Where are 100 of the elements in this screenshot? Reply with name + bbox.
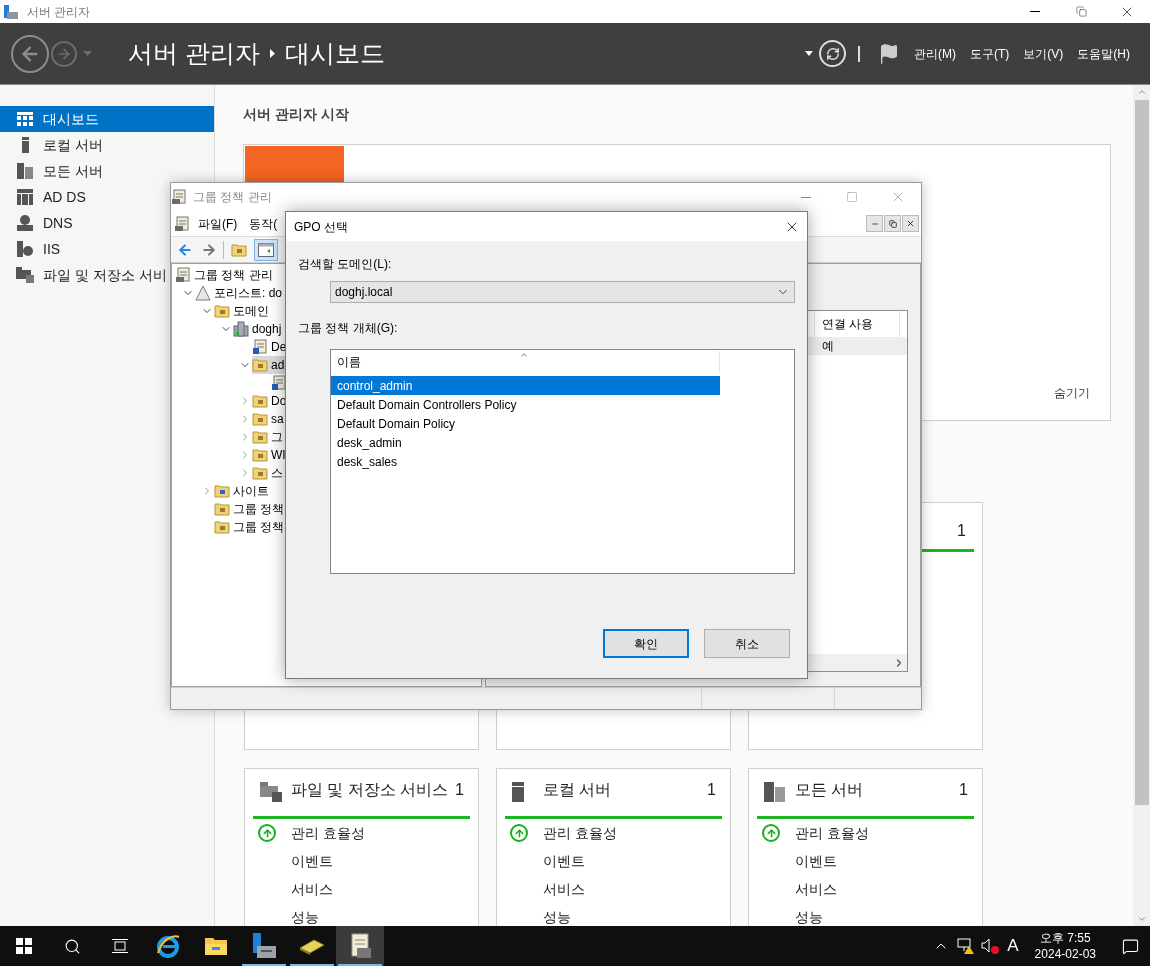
folder-icon bbox=[204, 935, 228, 957]
tile-row-label[interactable]: 이벤트 bbox=[795, 850, 837, 872]
tree-item[interactable]: De bbox=[252, 338, 289, 356]
tile-row-label[interactable]: 관리 효율성 bbox=[795, 822, 869, 844]
tree-item[interactable]: 그룹 정책 bbox=[214, 500, 287, 518]
table-cell-text: 예 bbox=[821, 338, 835, 355]
tree-item[interactable]: 그 bbox=[252, 428, 285, 446]
clock-time[interactable]: 오후 7:55 bbox=[1039, 930, 1091, 946]
flag-icon[interactable] bbox=[878, 42, 900, 65]
scroll-down-icon[interactable] bbox=[1136, 914, 1147, 924]
dialog-button[interactable]: 취소 bbox=[704, 629, 790, 658]
tree-item[interactable]: doghj bbox=[233, 320, 284, 338]
tree-item[interactable]: 스 bbox=[252, 464, 285, 482]
tile-row-label[interactable]: 서비스 bbox=[795, 878, 837, 900]
hide-link[interactable]: 숨기기 bbox=[1054, 384, 1090, 402]
show-pane-button[interactable] bbox=[254, 238, 278, 261]
tile-row-label[interactable]: 성능 bbox=[795, 906, 823, 926]
tree-item[interactable]: 도메인 bbox=[214, 302, 271, 320]
network-warning-icon[interactable] bbox=[957, 938, 976, 954]
servers-icon bbox=[17, 163, 33, 179]
clock-date[interactable]: 2024-02-03 bbox=[1034, 946, 1096, 962]
tile-title[interactable]: 로컬 서버 bbox=[543, 779, 708, 801]
refresh-icon bbox=[825, 46, 840, 61]
folder-icon bbox=[214, 483, 230, 499]
menu-item[interactable]: 도움말(H) bbox=[1077, 44, 1130, 63]
tile-count: 1 bbox=[957, 521, 966, 541]
menu-item[interactable]: 보기(V) bbox=[1023, 44, 1064, 63]
app-icon bbox=[3, 3, 19, 20]
menu-item[interactable]: 파일(F) bbox=[198, 214, 238, 233]
file-storage-icon bbox=[16, 267, 34, 283]
taskbar-app-button[interactable] bbox=[336, 926, 384, 966]
tree-item-label: 그룹 정책 bbox=[233, 519, 285, 536]
sidebar-item-label: AD DS bbox=[43, 187, 86, 207]
restore-icon bbox=[1075, 6, 1087, 17]
sidebar-item[interactable]: 대시보드 bbox=[0, 106, 214, 132]
dialog-button[interactable]: 확인 bbox=[603, 629, 689, 658]
tile-row-label[interactable]: 이벤트 bbox=[543, 850, 585, 872]
forward-button[interactable] bbox=[51, 40, 77, 67]
tree-item-label: WI bbox=[271, 447, 286, 464]
tile-row-label[interactable]: 관리 효율성 bbox=[543, 822, 617, 844]
child-minimize-button[interactable] bbox=[866, 215, 883, 232]
tile-row-label[interactable]: 서비스 bbox=[543, 878, 585, 900]
window-title: 그룹 정책 관리 bbox=[193, 189, 272, 206]
tile-row-label[interactable]: 이벤트 bbox=[291, 850, 333, 872]
volume-muted-icon[interactable] bbox=[981, 938, 1000, 954]
menu-item[interactable]: 동작( bbox=[249, 214, 278, 233]
tree-item[interactable]: ad bbox=[252, 356, 287, 374]
column-header[interactable]: 이름 bbox=[331, 351, 720, 373]
sidebar-item[interactable]: AD DS bbox=[0, 184, 86, 210]
sidebar-item[interactable]: 로컬 서버 bbox=[0, 132, 103, 158]
gpo-list-item[interactable]: desk_admin bbox=[331, 433, 720, 452]
folder-icon bbox=[252, 411, 268, 427]
tree-item[interactable]: WI bbox=[252, 446, 288, 464]
globe-server-icon bbox=[17, 215, 33, 231]
sidebar-item-label: IIS bbox=[43, 239, 61, 259]
tile-row-label[interactable]: 성능 bbox=[291, 906, 319, 926]
gpo-list-item[interactable]: Default Domain Policy bbox=[331, 414, 720, 433]
sidebar-item[interactable]: DNS bbox=[0, 210, 73, 236]
sidebar-item[interactable]: 파일 및 저장소 서비 bbox=[0, 262, 167, 288]
minimize-icon bbox=[1030, 11, 1040, 12]
input-method-indicator[interactable]: A bbox=[1007, 933, 1019, 959]
file-storage-icon bbox=[260, 782, 282, 802]
scroll-up-icon[interactable] bbox=[1136, 87, 1147, 97]
tree-item[interactable]: 포리스트: do bbox=[195, 284, 284, 302]
server-toolbox-icon bbox=[251, 932, 277, 960]
sidebar-item[interactable]: 모든 서버 bbox=[0, 158, 103, 184]
status-up-icon bbox=[762, 824, 780, 842]
tile-title[interactable]: 모든 서버 bbox=[795, 779, 960, 801]
search-icon bbox=[63, 937, 81, 955]
tree-item-label: 사이트 bbox=[233, 483, 269, 500]
back-button[interactable] bbox=[11, 34, 49, 73]
tile-title[interactable]: 파일 및 저장소 서비스 bbox=[291, 779, 456, 801]
sidebar-item-label: 모든 서버 bbox=[43, 161, 103, 181]
tile-row-label[interactable]: 성능 bbox=[543, 906, 571, 926]
tree-item-label: 그룹 정책 관리 bbox=[194, 267, 273, 284]
tile-row-label[interactable]: 서비스 bbox=[291, 878, 333, 900]
refresh-button[interactable] bbox=[819, 40, 846, 67]
folder-icon bbox=[252, 357, 268, 373]
child-restore-button[interactable] bbox=[884, 215, 901, 232]
tree-item[interactable]: 사이트 bbox=[214, 482, 271, 500]
gpo-list-item[interactable]: control_admin bbox=[331, 376, 720, 395]
menu-item[interactable]: 관리(M) bbox=[914, 44, 956, 63]
child-close-button[interactable] bbox=[902, 215, 919, 232]
domain-select[interactable]: doghj.local bbox=[330, 281, 795, 303]
menu-item[interactable]: 도구(T) bbox=[970, 44, 1010, 63]
gpo-list-item[interactable]: desk_sales bbox=[331, 452, 720, 471]
tree-item[interactable]: sa bbox=[252, 410, 286, 428]
dropdown-caret-icon[interactable] bbox=[805, 51, 813, 56]
folder-icon bbox=[252, 429, 268, 445]
breadcrumb-root[interactable]: 서버 관리자 bbox=[128, 34, 260, 73]
tree-item[interactable]: 그룹 정책 관리 bbox=[175, 266, 275, 284]
sidebar-item[interactable]: IIS bbox=[0, 236, 61, 262]
tree-item-label: De bbox=[271, 339, 287, 356]
tile-row-label[interactable]: 관리 효율성 bbox=[291, 822, 365, 844]
gpo-list-item[interactable]: Default Domain Controllers Policy bbox=[331, 395, 720, 414]
up-folder-button[interactable] bbox=[228, 241, 250, 258]
minimize-icon bbox=[801, 196, 811, 198]
tree-item[interactable]: 그룹 정책 bbox=[214, 518, 287, 536]
folder-icon bbox=[214, 303, 230, 319]
scrollbar[interactable] bbox=[1133, 85, 1150, 926]
